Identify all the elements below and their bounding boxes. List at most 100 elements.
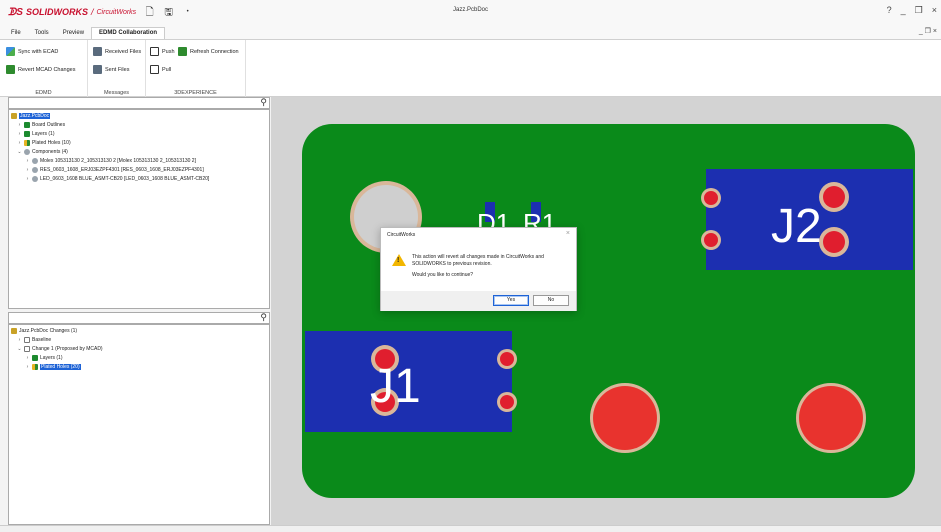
hole	[704, 233, 718, 247]
refresh-label: Refresh Connection	[190, 48, 239, 55]
pin-icon[interactable]: •	[182, 7, 193, 18]
pull-label: Pull	[162, 66, 172, 73]
warning-icon: !	[392, 254, 406, 266]
search-icon[interactable]: ⚲	[260, 97, 267, 108]
brand-subtitle: CircuitWorks	[96, 8, 137, 16]
changes-root[interactable]: Jazz.PcbDoc Changes (1)	[11, 328, 77, 334]
tree-label: Layers (1)	[32, 131, 55, 137]
menu-file[interactable]: File	[4, 30, 28, 39]
tree-item-molex[interactable]: › Molex 105313130 2_105313130 2 [Molex 1…	[25, 158, 196, 164]
ribbon-group-label-edmd: EDMD	[35, 90, 52, 96]
push-button[interactable]: Push	[150, 47, 175, 56]
pcb-canvas[interactable]: D1 R1 J2 J1	[271, 97, 941, 525]
changes-tree: Jazz.PcbDoc Changes (1) › Baseline ⌄ Cha…	[8, 324, 270, 525]
new-file-icon[interactable]: 🗋	[144, 7, 155, 18]
menu-tools[interactable]: Tools	[28, 30, 56, 39]
save-icon[interactable]: 🖫	[163, 7, 174, 18]
search-input-top[interactable]: ⚲	[8, 97, 270, 109]
tree-item-baseline[interactable]: › Baseline	[17, 337, 51, 343]
document-title: Jazz.PcbDoc	[452, 7, 488, 13]
tree-label: LED_0603_1608 BLUE_ASMT-CB20 [LED_0603_1…	[40, 176, 210, 182]
solidworks-logo-icon: ᗫS	[8, 6, 23, 18]
yes-button[interactable]: Yes	[493, 295, 529, 306]
label-j2: J2	[771, 200, 822, 253]
tree-item-change-1[interactable]: ⌄ Change 1 (Proposed by MCAD)	[17, 346, 103, 352]
push-label: Push	[162, 48, 175, 55]
tree-item-components[interactable]: ⌄ Components (4)	[17, 149, 68, 155]
expand-icon[interactable]: ›	[17, 140, 22, 146]
pull-icon	[150, 65, 159, 74]
pull-button[interactable]: Pull	[150, 65, 171, 74]
tree-label: Components (4)	[32, 149, 68, 155]
restore-button[interactable]: ❐	[915, 5, 923, 16]
menu-preview[interactable]: Preview	[56, 30, 91, 39]
expand-icon[interactable]: ›	[17, 131, 22, 137]
component-tree: Jazz.PcbDoc › Board Outlines › Layers (1…	[8, 109, 270, 309]
component-icon	[32, 158, 38, 164]
hole	[799, 386, 863, 450]
doc-window-controls[interactable]: _ ❐ ×	[919, 27, 937, 35]
hole	[593, 386, 657, 450]
confirm-dialog: CircuitWorks × ! This action will revert…	[380, 227, 577, 311]
ribbon-group-label-messages: Messages	[103, 90, 130, 96]
tree-item-change-layers[interactable]: › Layers (1)	[25, 355, 63, 361]
outbox-icon	[93, 65, 102, 74]
tree-item-res[interactable]: › RES_0603_1608_ERJ03EZPF4301 [RES_0603_…	[25, 167, 204, 173]
sync-with-ecad-button[interactable]: Sync with ECAD	[6, 47, 58, 56]
expand-icon[interactable]: ›	[17, 337, 22, 343]
help-icon[interactable]: ?	[887, 5, 892, 16]
layer-icon	[24, 131, 30, 137]
tree-item-board-outlines[interactable]: › Board Outlines	[17, 122, 65, 128]
revert-mcad-changes-button[interactable]: Revert MCAD Changes	[6, 65, 75, 74]
pcb-viewport[interactable]: D1 R1 J2 J1	[271, 97, 941, 525]
sync-icon	[6, 47, 15, 56]
expand-icon[interactable]: ›	[25, 364, 30, 370]
expand-icon[interactable]: ›	[25, 158, 30, 164]
pcb-doc-icon	[11, 113, 17, 119]
menu-edmd-collaboration[interactable]: EDMD Collaboration	[91, 27, 166, 39]
no-button[interactable]: No	[533, 295, 569, 306]
minimize-button[interactable]: _	[901, 5, 906, 16]
tree-item-change-plated-holes[interactable]: › Plated Holes (20)	[25, 364, 81, 370]
pcb-doc-icon	[11, 328, 17, 334]
sent-files-button[interactable]: Sent Files	[93, 65, 129, 74]
brand-separator: /	[90, 7, 94, 17]
search-icon[interactable]: ⚲	[260, 312, 267, 323]
hole-icon	[24, 140, 30, 146]
dialog-title: CircuitWorks	[387, 232, 416, 238]
expand-icon[interactable]: ›	[25, 355, 30, 361]
tree-label: Layers (1)	[40, 355, 63, 361]
layer-icon	[32, 355, 38, 361]
tree-label: Change 1 (Proposed by MCAD)	[32, 346, 103, 352]
revert-icon	[6, 65, 15, 74]
expand-icon[interactable]: ›	[17, 122, 22, 128]
refresh-connection-button[interactable]: Refresh Connection	[178, 47, 239, 56]
tree-item-led[interactable]: › LED_0603_1608 BLUE_ASMT-CB20 [LED_0603…	[25, 176, 209, 182]
status-bar	[0, 525, 941, 532]
expand-icon[interactable]: ›	[25, 167, 30, 173]
refresh-icon	[178, 47, 187, 56]
ribbon-group-label-3dexperience: 3DEXPERIENCE	[174, 90, 217, 96]
ribbon: Sync with ECAD Revert MCAD Changes EDMD …	[0, 39, 941, 98]
ribbon-group-edmd: Sync with ECAD Revert MCAD Changes EDMD	[0, 40, 88, 98]
menu-bar: File Tools Preview EDMD Collaboration _ …	[0, 24, 941, 39]
board-icon	[24, 122, 30, 128]
tree-label: Board Outlines	[32, 122, 66, 128]
sync-label: Sync with ECAD	[18, 48, 59, 55]
window-controls: ? _ ❐ ×	[887, 5, 937, 16]
hole-icon	[32, 364, 38, 370]
close-button[interactable]: ×	[932, 5, 937, 16]
collapse-icon[interactable]: ⌄	[17, 149, 22, 155]
component-icon	[24, 149, 30, 155]
tree-item-plated-holes[interactable]: › Plated Holes (10)	[17, 140, 71, 146]
received-files-button[interactable]: Received Files	[93, 47, 141, 56]
dialog-footer: Yes No	[381, 291, 576, 311]
changes-root-label: Jazz.PcbDoc Changes (1)	[19, 328, 78, 334]
expand-icon[interactable]: ›	[25, 176, 30, 182]
tree-root[interactable]: Jazz.PcbDoc	[11, 113, 51, 119]
search-input-bottom[interactable]: ⚲	[8, 312, 270, 324]
sent-label: Sent Files	[105, 66, 130, 73]
tree-item-layers[interactable]: › Layers (1)	[17, 131, 55, 137]
dialog-close-icon[interactable]: ×	[566, 230, 570, 237]
collapse-icon[interactable]: ⌄	[17, 346, 22, 352]
